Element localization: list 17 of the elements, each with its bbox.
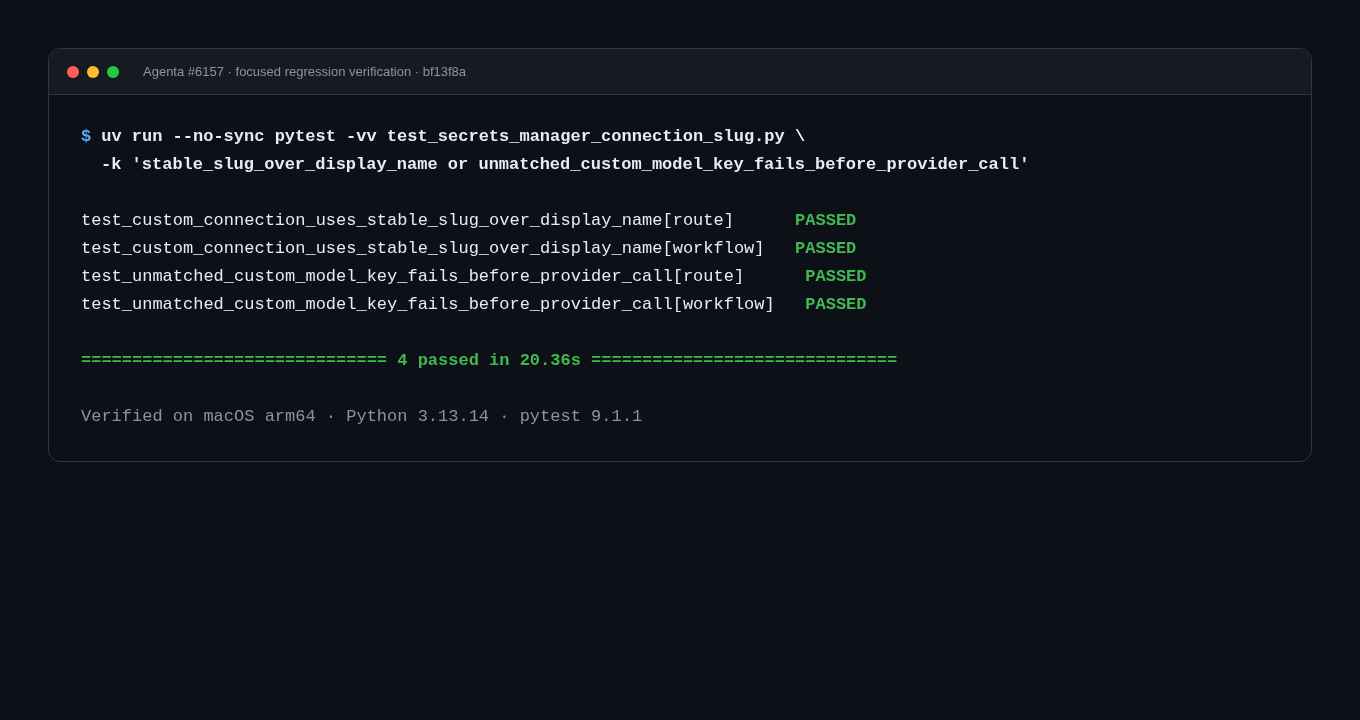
summary-line: ============================== 4 passed in 20.36s ============================== — [81, 350, 898, 372]
test-name: test_custom_connection_uses_stable_slug_over_display_name[workflow] — [81, 238, 766, 260]
test-name: test_custom_connection_uses_stable_slug_over_display_name[route] — [81, 210, 735, 232]
command-text: uv run --no-sync pytest -vv test_secrets_manager_connection_slug.py \ — [101, 126, 806, 148]
footer-text: Verified on macOS arm64 · Python 3.13.14 · pytest 9.1.1 — [81, 406, 643, 428]
test-status: PASSED — [795, 238, 857, 260]
test-name: test_unmatched_custom_model_key_fails_before_provider_call[route] — [81, 266, 746, 288]
test-name: test_unmatched_custom_model_key_fails_before_provider_call[workflow] — [81, 294, 776, 316]
maximize-icon[interactable] — [107, 65, 119, 78]
minimize-icon[interactable] — [87, 65, 99, 78]
test-status: PASSED — [805, 294, 867, 316]
prompt-symbol: $ — [81, 126, 92, 148]
test-status: PASSED — [795, 210, 857, 232]
close-icon[interactable] — [67, 65, 79, 78]
window-title: Agenta #6157 · focused regression verification · bf13f8a — [143, 62, 467, 81]
command-text: -k 'stable_slug_over_display_name or unmatched_custom_model_key_fails_before_provider_call' — [101, 154, 1030, 176]
test-status: PASSED — [805, 266, 867, 288]
